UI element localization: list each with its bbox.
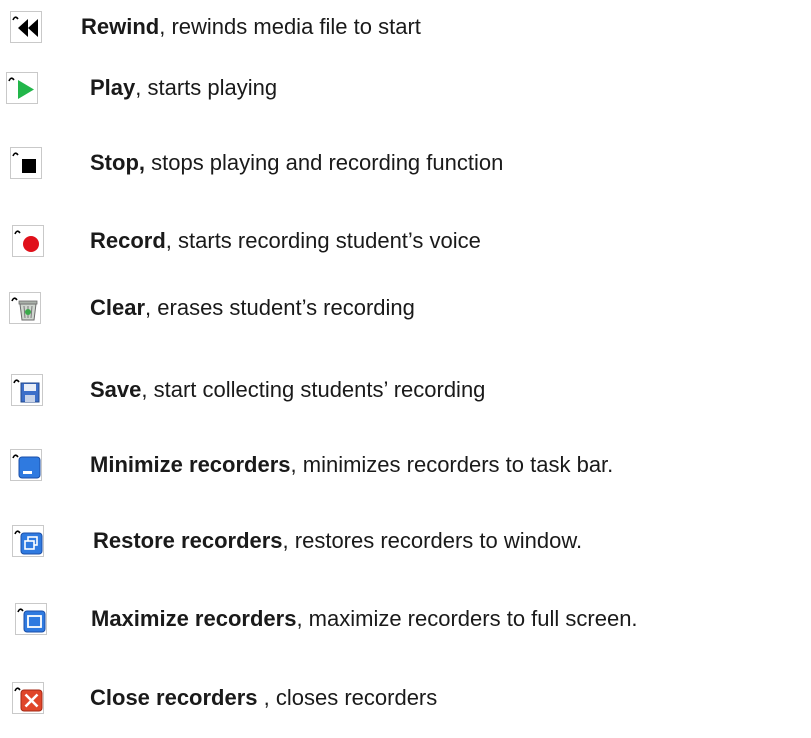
save-icon [11,374,43,406]
desc-play: , starts playing [135,75,278,100]
legend-row-restore: Restore recorders, restores recorders to… [0,521,811,561]
desc-restore: , restores recorders to window. [282,528,583,553]
desc-minimize: , minimizes recorders to task bar. [290,452,614,477]
legend-row-stop: Stop, stops playing and recording functi… [0,143,811,183]
desc-save: , start collecting students’ recording [141,377,486,402]
legend-text-close: Close recorders , closes recorders [90,678,437,718]
close-icon [12,682,44,714]
clear-icon [9,292,41,324]
legend-text-record: Record, starts recording student’s voice [90,221,481,261]
term-play: Play [90,75,136,100]
legend-text-rewind: Rewind, rewinds media file to start [81,7,421,47]
legend-row-play: Play, starts playing [0,68,811,108]
term-minimize: Minimize recorders [90,452,291,477]
legend-text-minimize: Minimize recorders, minimizes recorders … [90,445,613,485]
desc-close: , closes recorders [257,685,438,710]
record-icon [12,225,44,257]
stop-icon [10,147,42,179]
legend-text-play: Play, starts playing [90,68,277,108]
term-save: Save [90,377,142,402]
term-stop: Stop, [90,150,145,175]
legend-text-stop: Stop, stops playing and recording functi… [90,143,503,183]
term-restore: Restore recorders [93,528,283,553]
legend-text-save: Save, start collecting students’ recordi… [90,370,485,410]
legend-row-save: Save, start collecting students’ recordi… [0,370,811,410]
desc-stop: stops playing and recording function [145,150,504,175]
legend-row-close: Close recorders , closes recorders [0,678,811,718]
term-record: Record [90,228,166,253]
term-close: Close recorders [90,685,258,710]
legend-text-clear: Clear, erases student’s recording [90,288,415,328]
legend-row-clear: Clear, erases student’s recording [0,288,811,328]
legend-text-restore: Restore recorders, restores recorders to… [93,521,582,561]
desc-clear: , erases student’s recording [145,295,415,320]
play-icon [6,72,38,104]
desc-maximize: , maximize recorders to full screen. [296,606,638,631]
minimize-icon [10,449,42,481]
rewind-icon [10,11,42,43]
legend-text-maximize: Maximize recorders, maximize recorders t… [91,599,638,639]
restore-icon [12,525,44,557]
legend-row-minimize: Minimize recorders, minimizes recorders … [0,445,811,485]
term-maximize: Maximize recorders [91,606,297,631]
term-clear: Clear [90,295,146,320]
desc-rewind: , rewinds media file to start [159,14,421,39]
term-rewind: Rewind [81,14,160,39]
legend-row-record: Record, starts recording student’s voice [0,221,811,261]
legend-row-maximize: Maximize recorders, maximize recorders t… [0,599,811,639]
maximize-icon [15,603,47,635]
desc-record: , starts recording student’s voice [165,228,481,253]
legend-row-rewind: Rewind, rewinds media file to start [0,7,811,47]
